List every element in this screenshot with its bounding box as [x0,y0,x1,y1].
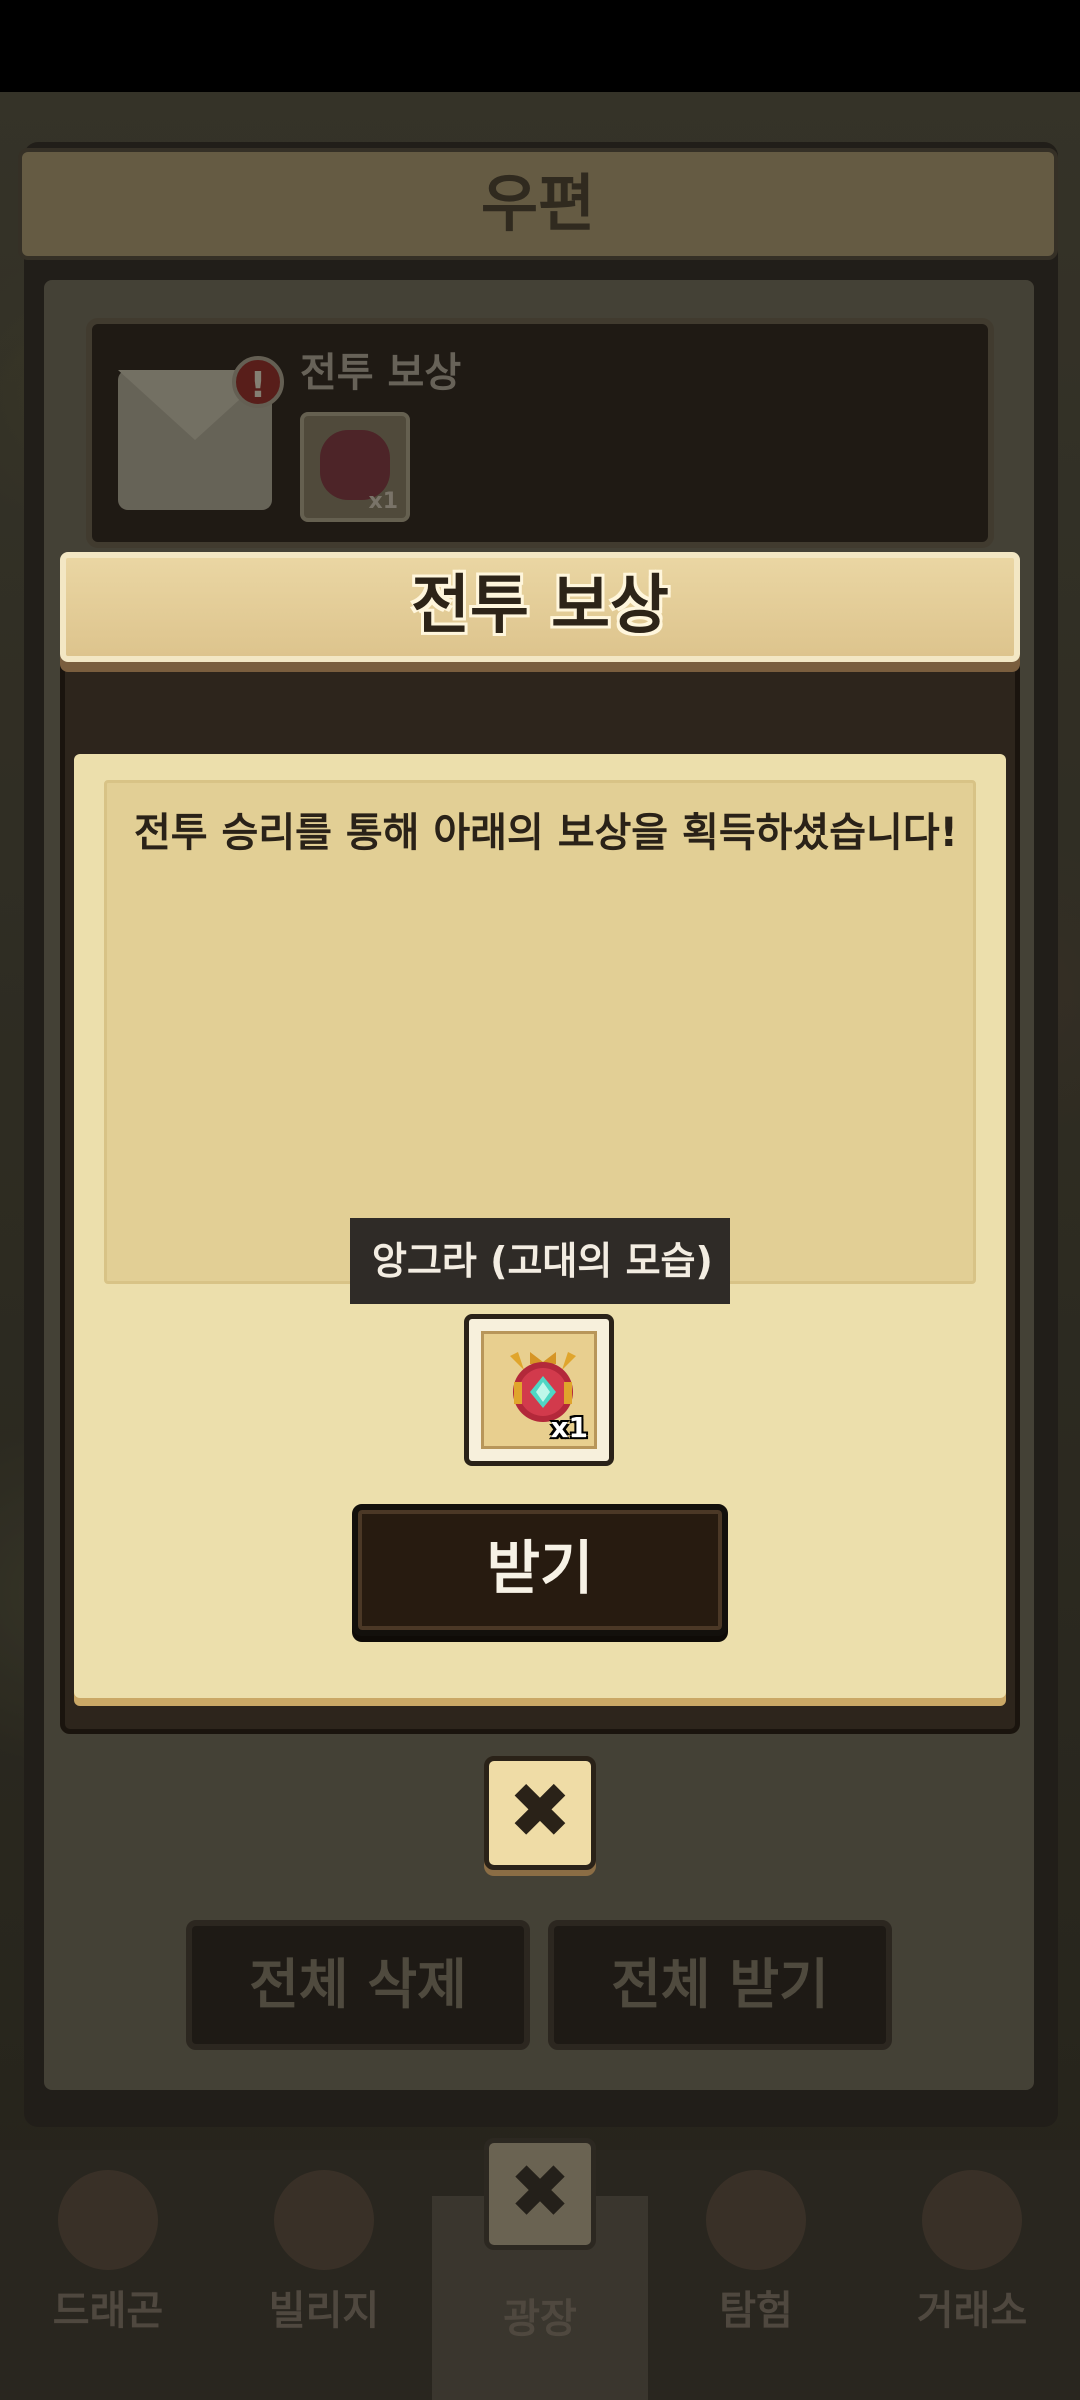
status-bar [0,0,1080,92]
reward-slot-frame: x1 [481,1331,597,1449]
popup-close-button[interactable]: ✖ [484,1756,596,1870]
receive-button[interactable]: 받기 [352,1504,728,1636]
item-name-tooltip: 앙그라 (고대의 모습) [350,1218,730,1304]
popup-message: 전투 승리를 통해 아래의 보상을 획득하셨습니다! [134,810,958,856]
reward-item-slot[interactable]: x1 [464,1314,614,1466]
reward-qty: x1 [550,1411,588,1444]
popup-title: 전투 보상 [411,569,669,643]
